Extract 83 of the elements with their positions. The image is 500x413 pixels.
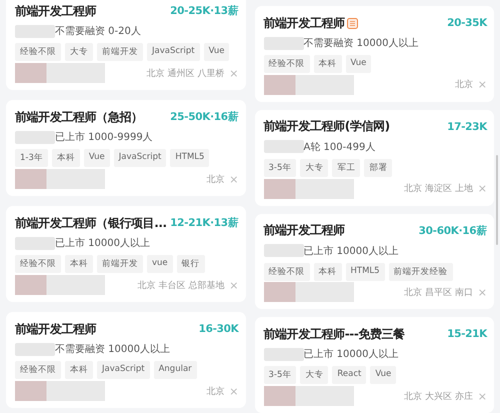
job-location: 北京 (206, 174, 224, 186)
job-tag: React (332, 366, 366, 384)
blurred-company-name (264, 244, 304, 257)
company-info: A轮 100-499人 (304, 140, 376, 154)
blurred-company-name (15, 342, 55, 356)
company-info: 不需要融资 10000人以上 (55, 342, 170, 356)
job-card[interactable]: 前端开发工程师 30-60K·16薪 已上市 10000人以上 经验不限 本科 HTML5 前端开发经验 北京 昌平区 南口 × (254, 214, 494, 310)
job-title: 前端开发工程师（银行项目... (15, 214, 167, 232)
job-tag: 部署 (364, 158, 392, 177)
salary: 17-23K (446, 120, 487, 133)
job-tag: 本科 (314, 55, 342, 73)
job-tag: 本科 (65, 255, 93, 273)
job-title: 前端开发工程师(学信网) (264, 118, 390, 136)
job-tag: 3-5年 (264, 366, 296, 384)
job-tag: 经验不限 (15, 43, 61, 61)
salary: 20-25K·13薪 (169, 4, 238, 18)
job-tag: Vue (204, 43, 230, 61)
blurred-company-name (15, 24, 55, 38)
job-tag: JavaScript (114, 149, 166, 167)
job-tag: 3-5年 (264, 158, 296, 177)
job-tag: Vue (84, 149, 110, 167)
job-tag: 大专 (65, 43, 93, 61)
job-title: 前端开发工程师 (264, 222, 345, 239)
job-tag: 大专 (300, 366, 328, 384)
scrollbar[interactable] (496, 155, 498, 245)
job-card[interactable]: 前端开发工程师(学信网) 17-23K A轮 100-499人 3-5年 大专 军工 部署 北京 海淀区 上地 × (254, 110, 494, 206)
job-card[interactable]: 前端开发工程师（银行项目... 12-21K·13薪 已上市 10000人以上 经验不限 本科 前端开发 vue 银行 北京 丰台区 总部基地 × (6, 206, 246, 302)
salary: 25-50K·16薪 (169, 110, 238, 124)
job-tag: 本科 (65, 361, 93, 379)
job-tag: 前端开发 (97, 255, 143, 273)
salary: 20-35K (446, 17, 487, 29)
company-info: 不需要融资 10000人以上 (304, 36, 418, 50)
job-title: 前端开发工程师---免费三餐 (264, 326, 405, 343)
job-location: 北京 (206, 386, 224, 398)
job-tag: Vue (370, 366, 396, 384)
salary: 15-21K (446, 328, 487, 340)
job-tag: Vue (346, 55, 372, 73)
job-card[interactable]: 前端开发工程师 16-30K 不需要融资 10000人以上 经验不限 本科 JavaScript Angular 北京 × (6, 312, 246, 408)
blurred-company-name (264, 36, 304, 50)
job-location: 北京 海淀区 上地 (404, 182, 473, 195)
job-tag: 经验不限 (264, 55, 310, 73)
job-tag: 大专 (300, 158, 328, 177)
job-location: 北京 (454, 78, 473, 92)
job-location: 北京 通州区 八里桥 (146, 68, 224, 80)
job-title: 前端开发工程师 (264, 14, 345, 32)
blurred-company-name (264, 348, 304, 361)
company-info: 已上市 1000-9999人 (55, 130, 153, 144)
job-tag: 本科 (52, 149, 80, 167)
job-card[interactable]: 前端开发工程师 20-25K·13薪 不需要融资 0-20人 经验不限 大专 前端开发 JavaScript Vue 北京 通州区 八里桥 × (6, 0, 246, 90)
company-info: 已上市 10000人以上 (304, 244, 398, 258)
job-title: 前端开发工程师 (15, 320, 96, 338)
job-tag: 经验不限 (15, 361, 61, 379)
job-location: 北京 昌平区 南口 (404, 286, 473, 299)
job-tag: JavaScript (97, 361, 150, 379)
salary: 12-21K·13薪 (169, 216, 238, 230)
job-card[interactable]: 前端开发工程师---免费三餐 15-21K 已上市 10000人以上 3-5年 大专 React Vue 北京 大兴区 亦庄 × (254, 317, 494, 413)
salary: 16-30K (198, 323, 238, 335)
company-info: 已上市 10000人以上 (304, 348, 398, 362)
job-tag: 银行 (176, 255, 205, 273)
job-tag: 军工 (332, 158, 360, 177)
blurred-company-name (15, 130, 55, 144)
job-tag: 经验不限 (264, 262, 310, 280)
job-tag: Angular (154, 361, 197, 379)
job-card[interactable]: 前端开发工程师（急招） 25-50K·16薪 已上市 1000-9999人 1-3年 本科 Vue JavaScript HTML5 北京 × (6, 100, 246, 196)
job-tag: HTML5 (170, 149, 210, 167)
job-tag: 1-3年 (15, 149, 48, 167)
job-tag: 前端开发经验 (388, 262, 453, 280)
job-tag: 前端开发 (97, 43, 143, 61)
job-location: 北京 丰台区 总部基地 (138, 280, 224, 292)
job-tag: HTML5 (346, 262, 385, 280)
job-location: 北京 大兴区 亦庄 (404, 390, 473, 402)
job-tag: 经验不限 (15, 255, 61, 273)
job-card[interactable]: 前端开发工程师 20-35K 不需要融资 10000人以上 经验不限 本科 Vue 北京 × (254, 6, 494, 102)
blurred-company-name (15, 236, 55, 250)
job-tag: vue (147, 255, 173, 273)
job-tag: JavaScript (147, 43, 200, 61)
salary: 30-60K·16薪 (418, 224, 487, 238)
company-info: 不需要融资 0-20人 (55, 24, 141, 38)
job-title: 前端开发工程师（急招） (15, 108, 143, 126)
blurred-company-name (264, 140, 304, 154)
job-title: 前端开发工程师 (15, 2, 96, 20)
company-info: 已上市 10000人以上 (55, 236, 150, 250)
job-tag: 本科 (314, 262, 342, 280)
